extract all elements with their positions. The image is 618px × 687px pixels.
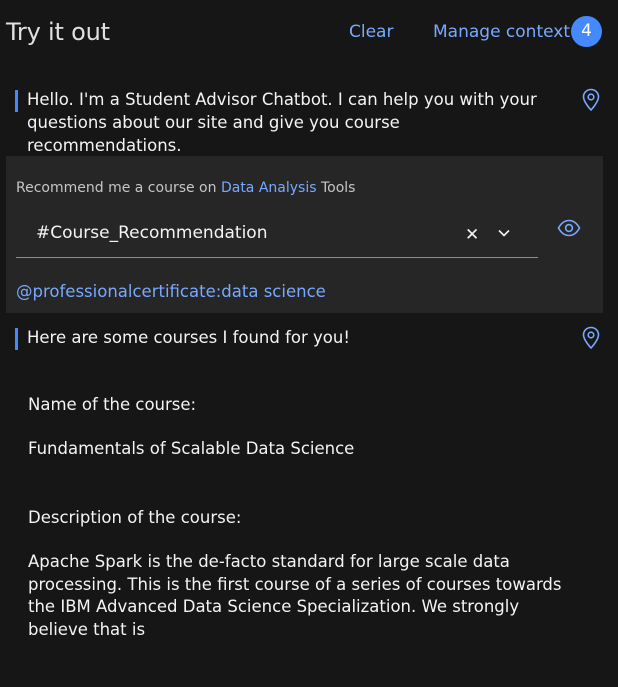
header: Try it out Clear Manage context 4: [0, 0, 618, 66]
course-description-label: Description of the course:: [28, 508, 242, 527]
context-count-badge[interactable]: 4: [571, 16, 602, 47]
course-name-value: Fundamentals of Scalable Data Science: [28, 439, 355, 458]
greeting-text: Hello. I'm a Student Advisor Chatbot. I …: [27, 90, 537, 155]
utterance-prefix: Recommend me a course on: [16, 180, 221, 196]
message-accent-bar: [15, 90, 18, 112]
reply-intro-text: Here are some courses I found for you!: [27, 328, 350, 347]
message-accent-bar: [15, 328, 18, 350]
intent-value: #Course_Recommendation: [36, 223, 268, 243]
course-name-label: Name of the course:: [28, 395, 197, 414]
bot-message-reply: Here are some courses I found for you!: [15, 326, 555, 350]
page-title: Try it out: [6, 18, 110, 46]
map-pin-icon[interactable]: [581, 88, 601, 112]
bot-message-greeting: Hello. I'm a Student Advisor Chatbot. I …: [15, 88, 555, 157]
user-input-panel: Recommend me a course on Data Analysis T…: [6, 156, 603, 313]
intent-dropdown[interactable]: #Course_Recommendation ✕: [16, 208, 538, 258]
course-description-value: Apache Spark is the de-facto standard fo…: [28, 552, 562, 639]
clear-button[interactable]: Clear: [349, 22, 393, 42]
eye-icon[interactable]: [557, 218, 581, 238]
manage-context-button[interactable]: Manage context: [433, 22, 570, 42]
chevron-down-icon[interactable]: [497, 226, 511, 240]
utterance-entity-highlight: Data Analysis: [220, 180, 317, 196]
close-icon[interactable]: ✕: [465, 225, 479, 245]
map-pin-icon[interactable]: [581, 326, 601, 350]
entity-link[interactable]: @professionalcertificate:data science: [16, 282, 326, 301]
user-utterance: Recommend me a course on Data Analysis T…: [16, 180, 355, 196]
utterance-suffix: Tools: [316, 180, 356, 196]
